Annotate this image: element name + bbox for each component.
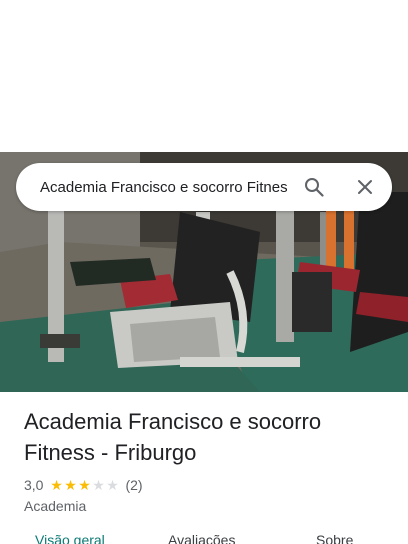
place-tabs: Visão geral Avaliações Sobre	[0, 528, 408, 544]
search-button[interactable]	[302, 175, 326, 199]
place-page: Academia Francisco e socorro Fitness - F…	[0, 0, 408, 544]
place-title: Academia Francisco e socorro Fitness - F…	[24, 409, 322, 465]
rating-row[interactable]: 3,0 ★ ★ ★ ★ ★ (2)	[24, 476, 394, 494]
close-icon	[358, 180, 372, 194]
place-category[interactable]: Academia	[24, 498, 394, 514]
tab-reviews[interactable]: Avaliações	[168, 532, 235, 544]
star-icon: ★	[50, 477, 63, 493]
rating-stars: ★ ★ ★ ★ ★	[49, 478, 119, 492]
star-icon: ★	[106, 477, 119, 493]
tab-about[interactable]: Sobre	[316, 532, 353, 544]
search-input[interactable]	[40, 178, 287, 196]
tab-overview[interactable]: Visão geral	[35, 532, 105, 544]
search-bar	[16, 163, 392, 211]
search-icon	[305, 178, 324, 197]
review-count[interactable]: (2)	[125, 477, 142, 493]
close-button[interactable]	[353, 175, 377, 199]
place-info: Academia Francisco e socorro Fitness - F…	[24, 406, 394, 514]
map-area-blank	[0, 0, 408, 152]
rating-value: 3,0	[24, 477, 44, 493]
star-icon: ★	[64, 477, 77, 493]
star-icon: ★	[92, 477, 105, 493]
star-icon: ★	[78, 477, 91, 493]
